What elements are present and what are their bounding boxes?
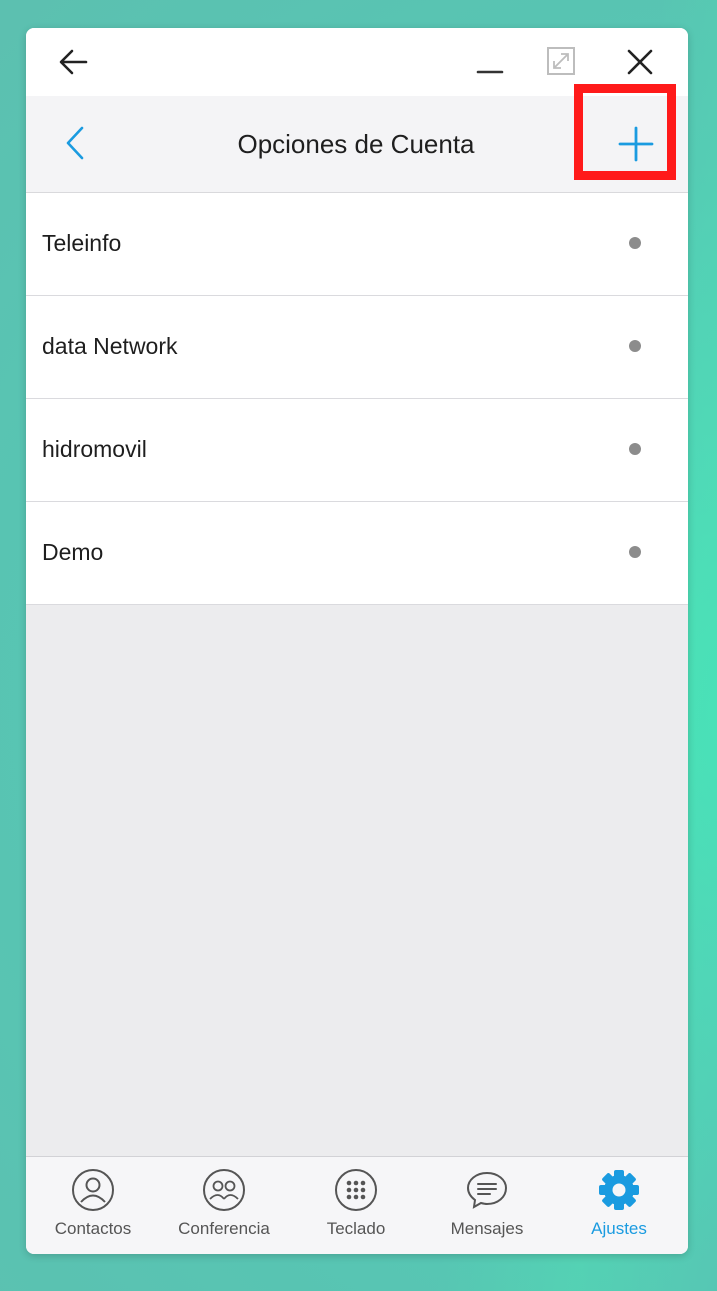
window-minimize-button[interactable] (470, 42, 510, 82)
arrow-left-icon (59, 49, 88, 75)
tab-label: Mensajes (450, 1219, 524, 1238)
status-dot-icon (629, 340, 641, 352)
account-name: data Network (42, 333, 178, 359)
tab-conferencia[interactable]: Conferencia (161, 1167, 287, 1251)
contacts-icon (72, 1169, 114, 1211)
highlight-box (574, 84, 676, 180)
tab-label: Conferencia (178, 1219, 270, 1238)
messages-icon (466, 1171, 508, 1209)
back-button[interactable] (56, 118, 96, 168)
list-item[interactable]: Demo (26, 502, 688, 605)
list-item[interactable]: hidromovil (26, 399, 688, 502)
conference-icon (203, 1169, 245, 1211)
tab-contactos[interactable]: Contactos (30, 1167, 156, 1251)
status-dot-icon (629, 237, 641, 249)
app-window: Opciones de Cuenta Teleinfo data Network… (26, 28, 688, 1254)
window-close-button[interactable] (620, 42, 660, 82)
window-maximize-button[interactable] (542, 42, 582, 82)
tab-teclado[interactable]: Teclado (293, 1167, 419, 1251)
maximize-icon (547, 47, 575, 75)
page-title: Opciones de Cuenta (237, 129, 475, 159)
chevron-left-icon (66, 126, 84, 160)
close-icon (627, 49, 653, 75)
tab-label: Ajustes (591, 1219, 647, 1238)
tab-ajustes[interactable]: Ajustes (556, 1167, 682, 1251)
tab-mensajes[interactable]: Mensajes (424, 1167, 550, 1251)
account-list: Teleinfo data Network hidromovil Demo (26, 193, 688, 605)
minimize-icon (476, 70, 504, 74)
bottom-tab-bar: Contactos Conferencia Teclado Mensajes A… (26, 1156, 688, 1254)
account-name: Demo (42, 539, 104, 565)
list-item[interactable]: Teleinfo (26, 193, 688, 296)
account-name: Teleinfo (42, 230, 122, 256)
tab-label: Contactos (54, 1219, 132, 1238)
gear-icon (599, 1170, 639, 1210)
list-item[interactable]: data Network (26, 296, 688, 399)
status-dot-icon (629, 443, 641, 455)
tab-label: Teclado (326, 1219, 386, 1238)
window-back-button[interactable] (54, 42, 94, 82)
keypad-icon (335, 1169, 377, 1211)
status-dot-icon (629, 546, 641, 558)
account-name: hidromovil (42, 436, 147, 462)
